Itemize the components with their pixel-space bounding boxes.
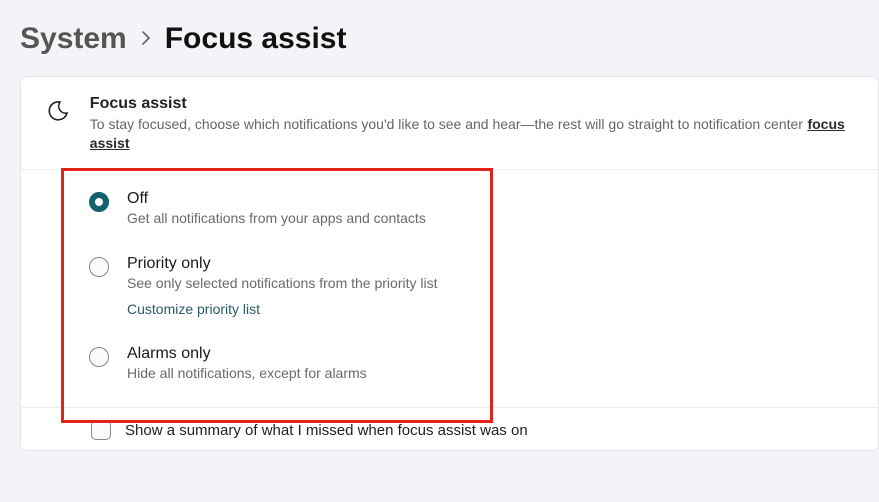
radio-alarms-only[interactable] (89, 347, 109, 367)
customize-priority-list-link[interactable]: Customize priority list (127, 301, 437, 317)
breadcrumb: System Focus assist (0, 0, 879, 76)
summary-checkbox-label: Show a summary of what I missed when foc… (125, 422, 528, 439)
chevron-right-icon (141, 28, 151, 51)
option-priority-only[interactable]: Priority only See only selected notifica… (49, 247, 878, 323)
option-label: Off (127, 190, 426, 208)
option-off[interactable]: Off Get all notifications from your apps… (49, 182, 878, 234)
option-desc: Get all notifications from your apps and… (127, 209, 426, 228)
radio-off[interactable] (89, 192, 109, 212)
summary-checkbox[interactable] (91, 420, 111, 440)
section-title: Focus assist (90, 95, 854, 113)
option-label: Priority only (127, 255, 437, 273)
moon-icon (45, 95, 72, 123)
section-header: Focus assist To stay focused, choose whi… (21, 77, 878, 170)
summary-checkbox-row: Show a summary of what I missed when foc… (21, 407, 878, 450)
radio-priority-only[interactable] (89, 257, 109, 277)
option-desc: See only selected notifications from the… (127, 274, 437, 293)
section-subtitle: To stay focused, choose which notificati… (90, 116, 803, 132)
settings-card: Focus assist To stay focused, choose whi… (20, 76, 879, 451)
option-label: Alarms only (127, 345, 367, 363)
option-alarms-only[interactable]: Alarms only Hide all notifications, exce… (49, 337, 878, 389)
breadcrumb-parent[interactable]: System (20, 22, 127, 56)
page-title: Focus assist (165, 22, 347, 56)
option-desc: Hide all notifications, except for alarm… (127, 364, 367, 383)
mode-options: Off Get all notifications from your apps… (21, 170, 878, 408)
